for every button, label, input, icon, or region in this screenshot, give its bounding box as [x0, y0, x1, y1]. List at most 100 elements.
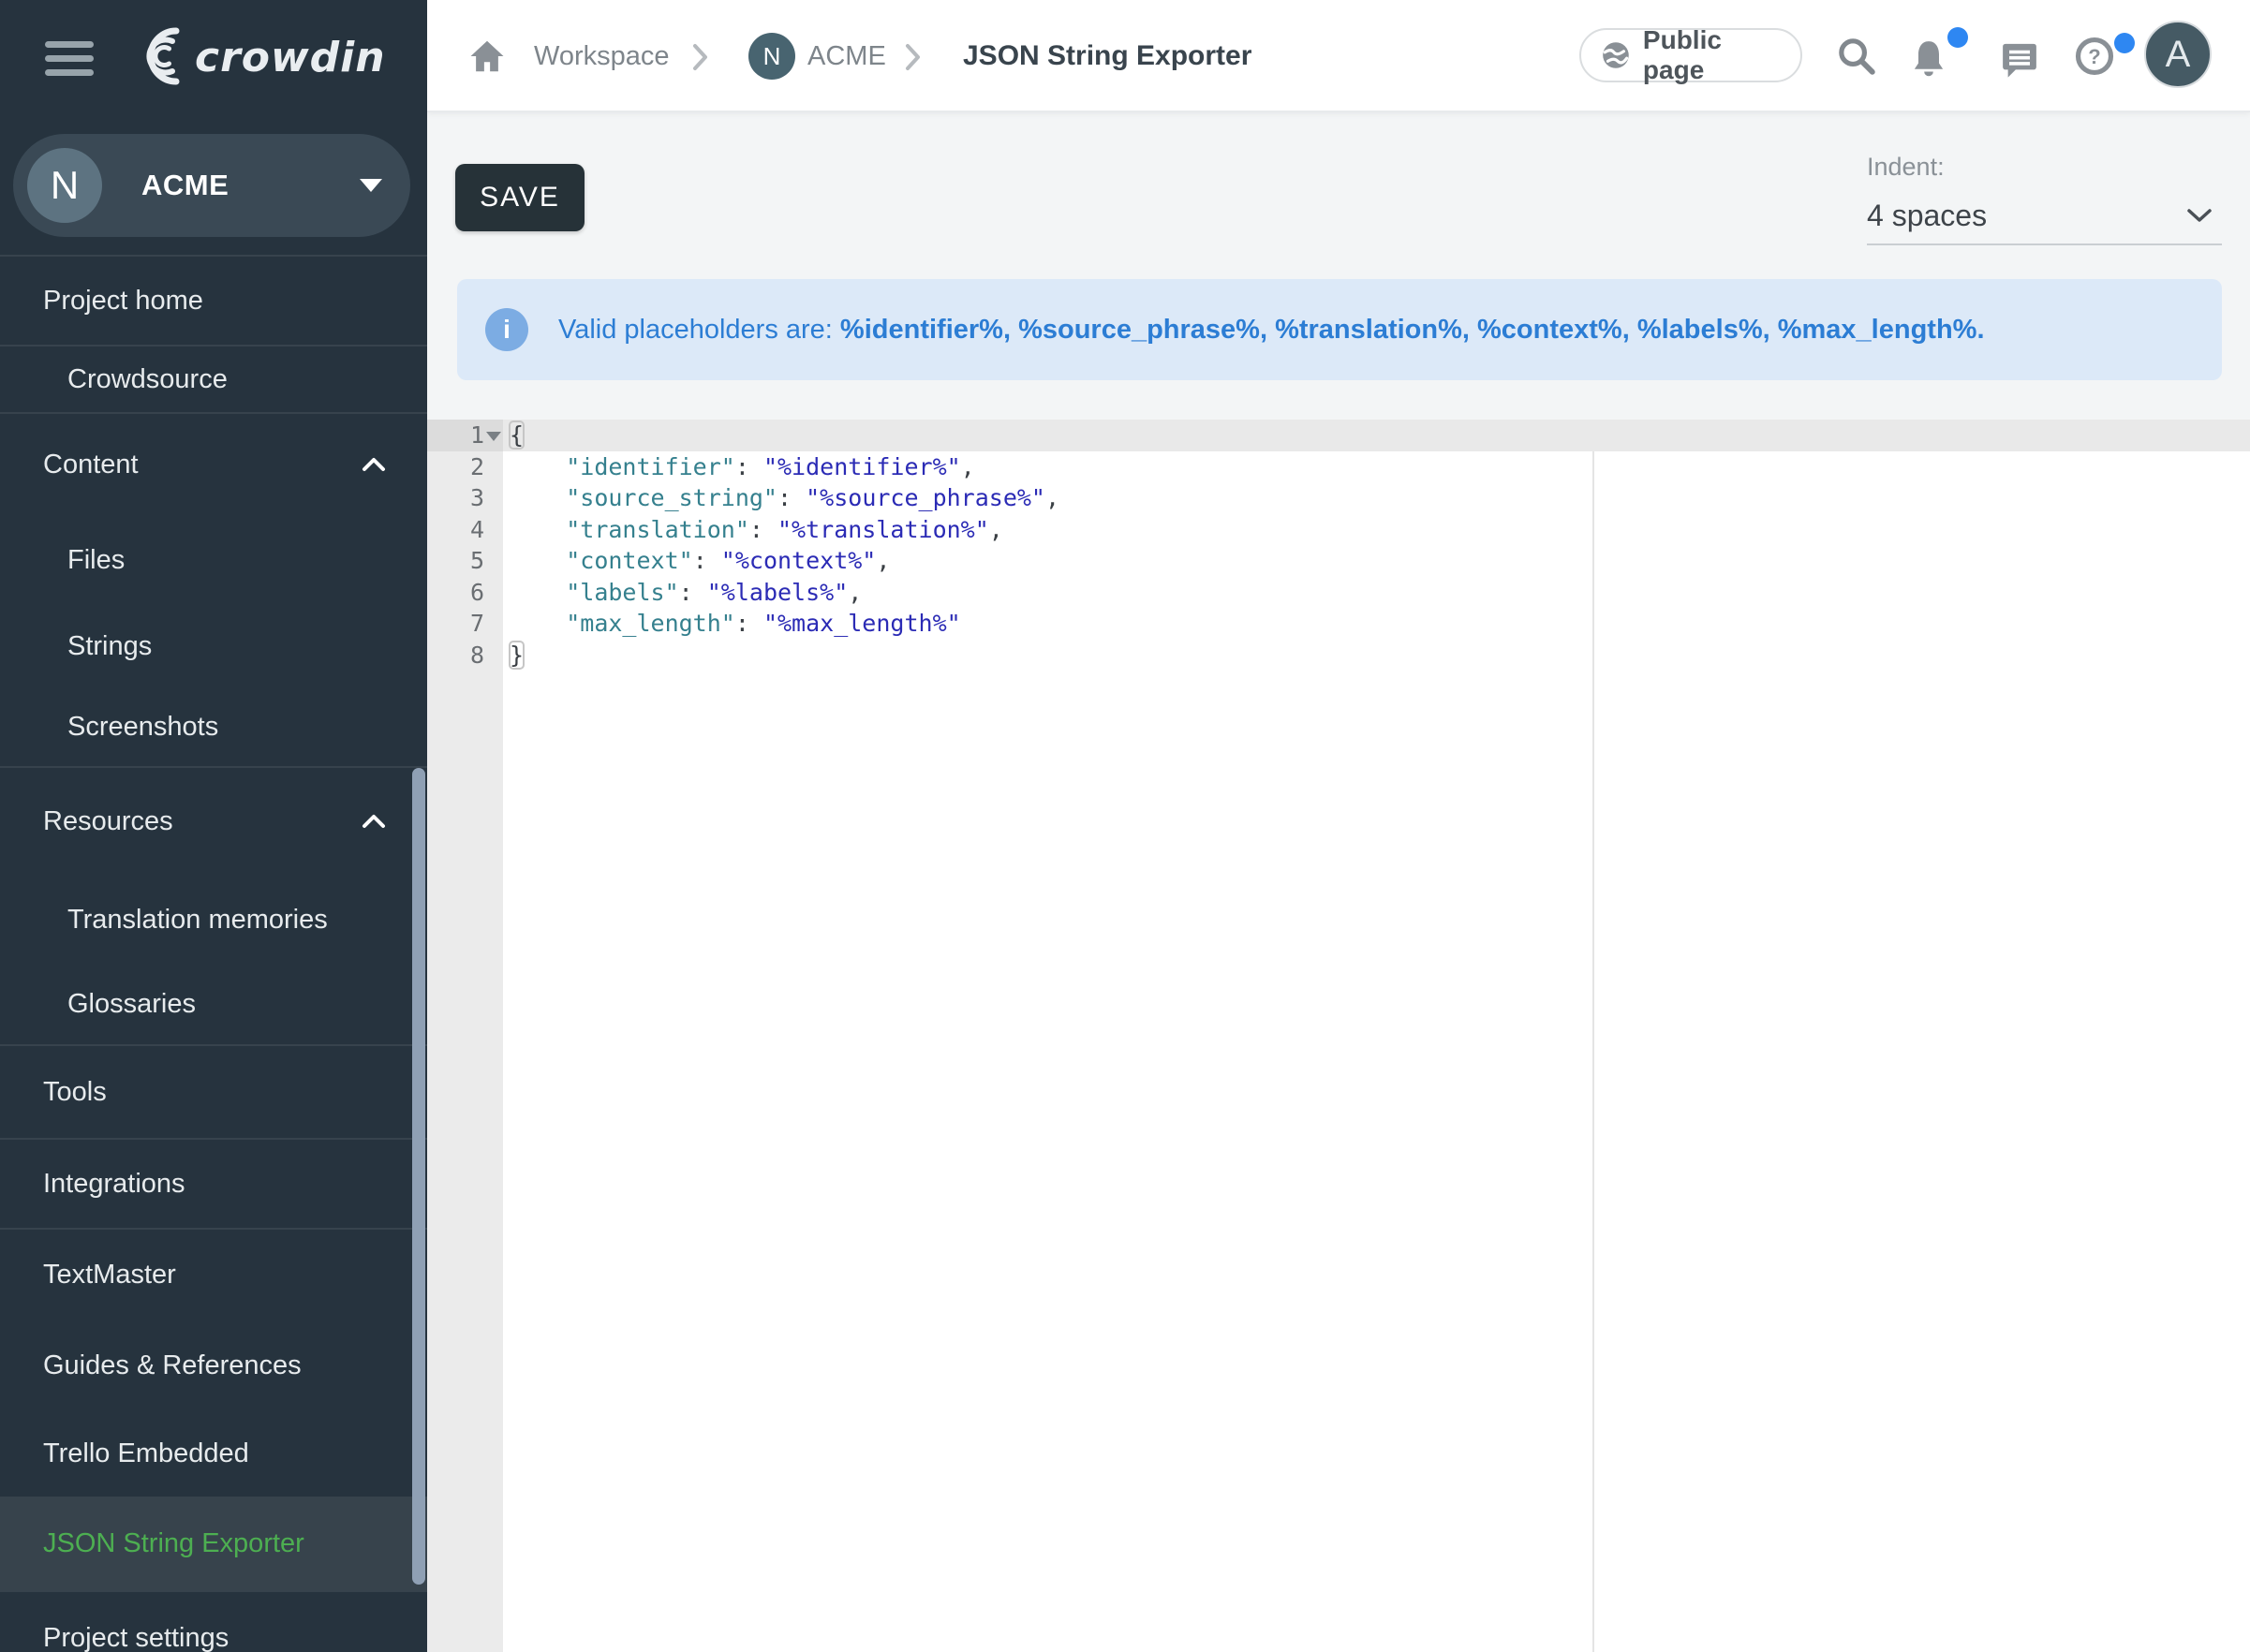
indent-label: Indent:	[1867, 153, 1945, 182]
code-segment: "%labels%"	[707, 579, 849, 606]
user-avatar[interactable]: A	[2144, 21, 2212, 88]
code-text[interactable]: "source_string": "%source_phrase%",	[503, 482, 1059, 514]
code-text[interactable]: {	[503, 420, 524, 451]
svg-text:?: ?	[2088, 45, 2100, 68]
sidebar-item-label: Files	[67, 545, 125, 575]
sidebar-item-content[interactable]: Content	[0, 414, 427, 515]
code-segment: "%source_phrase%"	[806, 484, 1045, 511]
sidebar-item-trello-embedded[interactable]: Trello Embedded	[0, 1410, 427, 1497]
code-line: 2 "identifier": "%identifier%",	[427, 451, 2250, 483]
code-text[interactable]: "max_length": "%max_length%"	[503, 608, 961, 640]
code-segment: :	[777, 484, 806, 511]
code-text[interactable]: "translation": "%translation%",	[503, 514, 1003, 546]
sidebar-item-tools[interactable]: Tools	[0, 1046, 427, 1138]
notification-badge	[1947, 27, 1968, 48]
sidebar-item-resources[interactable]: Resources	[0, 768, 427, 875]
indent-select[interactable]: 4 spaces	[1867, 187, 2222, 245]
indent-value: 4 spaces	[1867, 199, 1987, 233]
public-page-button[interactable]: Public page	[1579, 28, 1802, 82]
sidebar-item-label: Content	[43, 450, 139, 480]
code-segment	[510, 516, 566, 543]
line-number: 5	[427, 545, 503, 577]
sidebar-item-textmaster[interactable]: TextMaster	[0, 1230, 427, 1320]
sidebar-scrollbar[interactable]	[412, 768, 425, 1585]
breadcrumb-project[interactable]: ACME	[807, 0, 886, 112]
fold-icon[interactable]	[486, 432, 501, 441]
code-segment: "%max_length%"	[763, 610, 961, 637]
code-segment: :	[693, 547, 721, 574]
home-icon[interactable]	[468, 37, 506, 75]
code-segment: "translation"	[566, 516, 749, 543]
crowdin-logo[interactable]: crowdin	[127, 21, 418, 92]
search-icon[interactable]	[1836, 36, 1877, 77]
help-icon[interactable]: ?	[2074, 36, 2115, 77]
banner-placeholders: %identifier%, %source_phrase%, %translat…	[840, 315, 1985, 345]
sidebar-item-project-settings[interactable]: Project settings	[0, 1592, 427, 1652]
sidebar: crowdin N ACME Project home Crowdsource Co…	[0, 0, 427, 1652]
notifications-bell-icon[interactable]	[1908, 37, 1949, 79]
sidebar-item-project-home[interactable]: Project home	[0, 257, 427, 345]
code-segment: "%context%"	[721, 547, 877, 574]
sidebar-item-files[interactable]: Files	[0, 515, 427, 605]
breadcrumb-workspace[interactable]: Workspace	[534, 0, 670, 112]
hamburger-menu-icon[interactable]	[45, 41, 96, 77]
project-name: ACME	[141, 169, 360, 202]
code-line: 1{	[427, 420, 2250, 451]
globe-icon	[1600, 38, 1632, 72]
sidebar-item-glossaries[interactable]: Glossaries	[0, 965, 427, 1044]
sidebar-item-label: Screenshots	[67, 712, 218, 742]
sidebar-item-label: Strings	[67, 631, 152, 661]
sidebar-item-json-string-exporter[interactable]: JSON String Exporter	[0, 1497, 427, 1590]
sidebar-item-screenshots[interactable]: Screenshots	[0, 687, 427, 766]
code-segment: ,	[876, 547, 890, 574]
sidebar-item-label: Project settings	[43, 1623, 229, 1652]
code-text[interactable]: }	[503, 640, 524, 671]
code-segment	[510, 610, 566, 637]
code-line: 5 "context": "%context%",	[427, 545, 2250, 577]
chevron-right-icon	[905, 43, 922, 71]
sidebar-item-integrations[interactable]: Integrations	[0, 1140, 427, 1228]
line-number: 8	[427, 640, 503, 671]
code-segment: "source_string"	[566, 484, 777, 511]
project-switcher[interactable]: N ACME	[13, 134, 410, 237]
sidebar-item-label: Crowdsource	[67, 364, 228, 394]
sidebar-item-label: Trello Embedded	[43, 1438, 249, 1468]
code-line: 6 "labels": "%labels%",	[427, 577, 2250, 609]
sidebar-item-guides-references[interactable]: Guides & References	[0, 1320, 427, 1410]
code-segment: "max_length"	[566, 610, 735, 637]
save-button[interactable]: SAVE	[455, 164, 585, 231]
code-segment: "identifier"	[566, 453, 735, 480]
sidebar-item-translation-memories[interactable]: Translation memories	[0, 875, 427, 965]
code-text[interactable]: "labels": "%labels%",	[503, 577, 862, 609]
sidebar-item-label: TextMaster	[43, 1260, 176, 1290]
code-segment: :	[679, 579, 707, 606]
code-segment: "%identifier%"	[763, 453, 961, 480]
code-segment: ,	[1045, 484, 1059, 511]
sidebar-item-label: Integrations	[43, 1169, 185, 1199]
sidebar-item-label: Tools	[43, 1077, 107, 1107]
top-header: Workspace N ACME JSON String Exporter Pu…	[427, 0, 2250, 112]
line-number: 7	[427, 608, 503, 640]
code-text[interactable]: "identifier": "%identifier%",	[503, 451, 975, 483]
line-number: 1	[427, 420, 503, 451]
breadcrumb-project-avatar[interactable]: N	[748, 33, 795, 80]
sidebar-item-strings[interactable]: Strings	[0, 605, 427, 687]
sidebar-item-label: Translation memories	[67, 905, 328, 935]
code-text[interactable]: "context": "%context%",	[503, 545, 890, 577]
messages-icon[interactable]	[1999, 37, 2040, 79]
sidebar-item-crowdsource[interactable]: Crowdsource	[0, 347, 427, 412]
chevron-right-icon	[692, 43, 709, 71]
code-segment	[510, 579, 566, 606]
banner-text-prefix: Valid placeholders are:	[558, 315, 840, 345]
logo-text: crowdin	[195, 34, 386, 81]
caret-down-icon	[360, 179, 382, 192]
sidebar-item-label: JSON String Exporter	[43, 1528, 304, 1558]
code-lines: 1{2 "identifier": "%identifier%",3 "sour…	[427, 420, 2250, 671]
info-icon: i	[485, 308, 528, 351]
code-line: 4 "translation": "%translation%",	[427, 514, 2250, 546]
code-editor[interactable]: 1{2 "identifier": "%identifier%",3 "sour…	[427, 420, 2250, 1652]
line-number: 6	[427, 577, 503, 609]
page-title: JSON String Exporter	[963, 0, 1251, 112]
matching-bracket: {	[510, 421, 524, 449]
code-segment: ,	[848, 579, 862, 606]
